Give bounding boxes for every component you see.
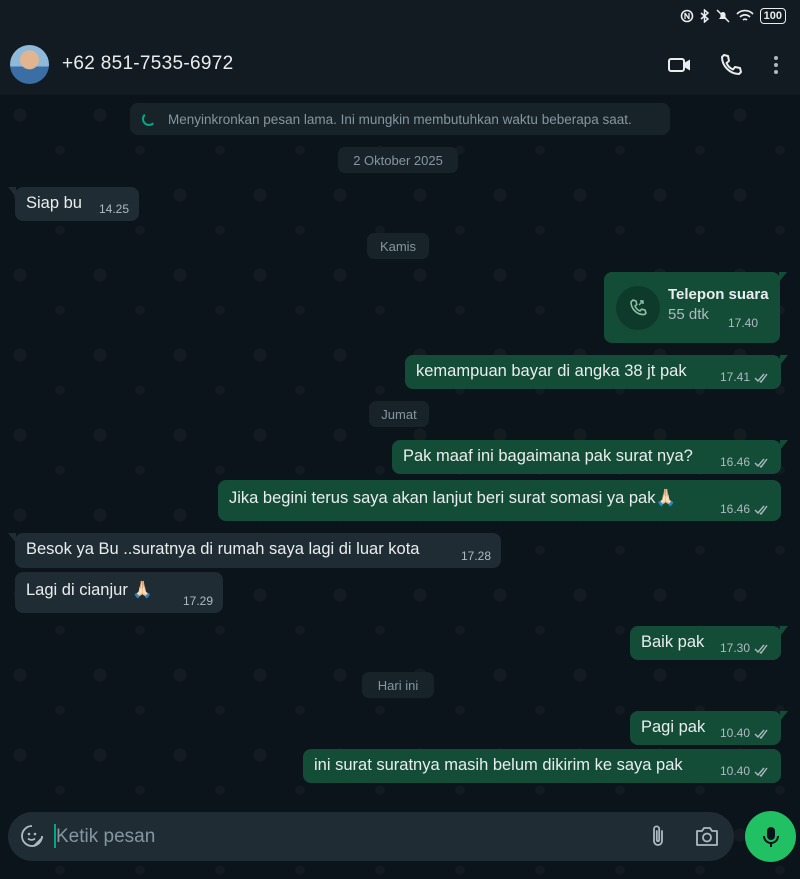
voice-call-bubble[interactable]: Telepon suara 55 dtk 17.40 (604, 272, 787, 343)
message-bubble-outgoing[interactable]: Baik pak 17.30 (630, 626, 788, 660)
message-meta: 14.25 (99, 202, 129, 216)
message-time: 16.46 (719, 502, 750, 516)
date-label: Hari ini (362, 672, 434, 698)
message-bubble-incoming[interactable]: Lagi di cianjur 🙏🏻 17.29 (15, 572, 223, 613)
read-ticks-icon (754, 644, 768, 654)
message-text: Baik pak (641, 633, 705, 651)
voice-call-icon[interactable] (718, 52, 744, 78)
message-meta: 17.40 (728, 316, 758, 330)
date-label: Jumat (369, 401, 429, 427)
message-bubble-outgoing[interactable]: Pak maaf ini bagaimana pak surat nya? 16… (392, 440, 788, 474)
bubble-tail (779, 272, 787, 282)
read-ticks-icon (754, 767, 768, 777)
contact-avatar[interactable] (10, 45, 49, 84)
attach-icon[interactable] (648, 824, 668, 849)
call-icon-circle (616, 286, 660, 330)
read-ticks-icon (754, 458, 768, 468)
message-time: 17.41 (719, 370, 750, 384)
loading-spinner-icon (142, 112, 156, 126)
contact-name[interactable]: +62 851-7535-6972 (62, 53, 234, 75)
message-text: Lagi di cianjur 🙏🏻 (26, 581, 153, 599)
sticker-icon[interactable] (20, 824, 44, 848)
message-meta: 17.30 (720, 641, 771, 655)
bubble-tail (780, 440, 788, 450)
message-meta: 17.29 (183, 594, 213, 608)
message-time: 16.46 (719, 455, 750, 469)
message-text: kemampuan bayar di angka 38 jt pak (416, 362, 687, 380)
mute-icon (716, 9, 730, 23)
message-text: Besok ya Bu ..suratnya di rumah saya lag… (26, 540, 420, 558)
date-label: 2 Oktober 2025 (338, 147, 458, 173)
phone-icon (630, 299, 647, 316)
video-call-icon[interactable] (667, 52, 693, 78)
more-options-icon[interactable] (763, 52, 789, 78)
nfc-icon (680, 9, 693, 23)
bubble-tail (8, 533, 16, 543)
bluetooth-icon (700, 9, 709, 23)
bubble-tail (780, 626, 788, 636)
status-icons: 100 (680, 8, 786, 24)
message-text: Pak maaf ini bagaimana pak surat nya? (403, 447, 693, 465)
sync-banner: Menyinkronkan pesan lama. Ini mungkin me… (130, 103, 670, 135)
message-bubble-outgoing[interactable]: Pagi pak 10.40 (630, 711, 788, 745)
message-text: Pagi pak (641, 718, 706, 736)
message-time: 10.40 (719, 726, 750, 740)
bubble-tail (780, 355, 788, 365)
mic-button[interactable] (745, 811, 796, 862)
bubble-tail (780, 711, 788, 721)
message-meta: 16.46 (720, 502, 771, 516)
text-caret (54, 824, 56, 848)
read-ticks-icon (754, 373, 768, 383)
read-ticks-icon (754, 505, 768, 515)
message-time: 17.28 (460, 549, 491, 563)
message-meta: 10.40 (720, 764, 771, 778)
message-meta: 17.28 (461, 549, 491, 563)
call-title: Telepon suara (668, 286, 769, 303)
message-time: 17.29 (182, 594, 213, 608)
message-text: Siap bu (26, 194, 82, 212)
sync-banner-text: Menyinkronkan pesan lama. Ini mungkin me… (168, 111, 632, 127)
message-input[interactable] (54, 822, 618, 852)
chat-header: +62 851-7535-6972 (0, 34, 800, 95)
battery-indicator: 100 (759, 8, 786, 24)
message-composer (8, 812, 734, 861)
message-time: 17.40 (727, 316, 758, 330)
wifi-icon (736, 9, 754, 21)
date-label: Kamis (367, 233, 429, 259)
message-bubble-incoming[interactable]: Siap bu 14.25 (8, 187, 139, 221)
camera-icon[interactable] (695, 825, 719, 847)
mic-icon (762, 826, 779, 847)
message-bubble-outgoing[interactable]: ini surat suratnya masih belum dikirim k… (303, 749, 781, 783)
read-ticks-icon (754, 729, 768, 739)
call-duration: 55 dtk (668, 306, 709, 323)
bubble-tail (8, 187, 16, 197)
message-text: Jika begini terus saya akan lanjut beri … (229, 489, 677, 507)
message-meta: 17.41 (720, 370, 771, 384)
message-time: 17.30 (719, 641, 750, 655)
message-bubble-incoming[interactable]: Besok ya Bu ..suratnya di rumah saya lag… (8, 533, 501, 568)
message-time: 14.25 (98, 202, 129, 216)
message-bubble-outgoing[interactable]: Jika begini terus saya akan lanjut beri … (218, 480, 781, 521)
message-time: 10.40 (719, 764, 750, 778)
status-bar: 100 (0, 0, 800, 34)
message-meta: 16.46 (720, 455, 771, 469)
message-bubble-outgoing[interactable]: kemampuan bayar di angka 38 jt pak 17.41 (405, 355, 788, 389)
message-text: ini surat suratnya masih belum dikirim k… (314, 756, 683, 774)
message-meta: 10.40 (720, 726, 771, 740)
